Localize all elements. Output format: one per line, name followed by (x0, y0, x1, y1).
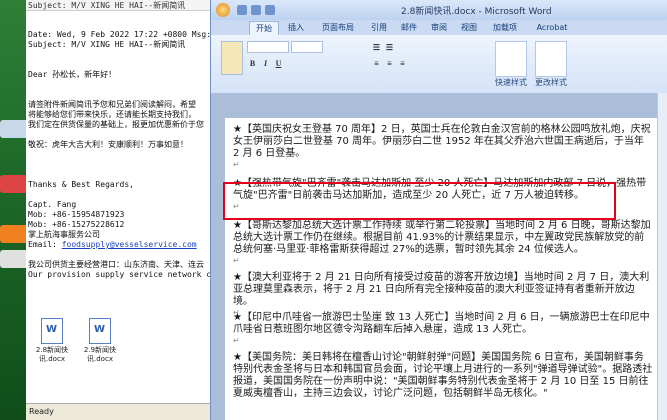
paragraph-text: ★【英国庆祝女王登基 70 周年】2 日，英国士兵在伦敦白金汉宫前的格林公园鸣放… (233, 124, 651, 159)
undo-icon[interactable] (251, 5, 261, 15)
tab-page-layout[interactable]: 页面布局 (315, 21, 361, 35)
email-footer: Our provision supply service network co (28, 270, 216, 279)
attachment-label: 2.9新闻快讯.docx (83, 346, 117, 363)
window-title: 2.8新闻快讯.docx - Microsoft Word (401, 7, 552, 17)
tab-home[interactable]: 开始 (249, 21, 279, 36)
email-greeting: Dear 孙松长，新年好！ (28, 70, 117, 79)
email-date: Date: Wed, 9 Feb 2022 17:22 +0800 Msg: A (28, 30, 220, 39)
tab-view[interactable]: 视图 (457, 21, 481, 35)
font-size-box[interactable] (291, 41, 323, 53)
bold-icon[interactable]: B (247, 59, 258, 69)
quick-styles-label: 快速样式 (495, 78, 527, 87)
word-window: 2.8新闻快讯.docx - Microsoft Word 开始 插入 页面布局… (210, 0, 667, 420)
tab-acrobat[interactable]: Acrobat (529, 21, 575, 35)
vertical-scrollbar[interactable] (657, 93, 667, 420)
align-icon[interactable]: ≡ (384, 59, 395, 69)
redo-icon[interactable] (265, 5, 275, 15)
tab-insert[interactable]: 插入 (283, 21, 309, 35)
ribbon: B I U ≡ ≡ ≡ ☰ ☰ 快速样式 更改样式 (211, 35, 667, 94)
align-icon[interactable]: ≡ (371, 59, 382, 69)
attachment-label: 2.8新闻快讯.docx (35, 346, 69, 363)
email-label: Email: (28, 240, 57, 249)
email-subject: Subject: M/V XING HE HAI--新闻简讯 (28, 40, 186, 49)
document-page[interactable]: ★【英国庆祝女王登基 70 周年】2 日，英国士兵在伦敦白金汉宫前的格林公园鸣放… (225, 118, 657, 420)
email-line: 将能够给您们带来快乐，还请能长期支持我们， (28, 110, 196, 119)
font-name-box[interactable] (247, 41, 289, 53)
word-doc-icon (41, 318, 63, 344)
paste-button[interactable] (221, 41, 243, 75)
news-paragraph: ★【哥斯达黎加总统大选计票工作持续 或举行第二轮投票】当地时间 2 月 6 日晚… (233, 220, 653, 266)
list-icon[interactable]: ☰ (371, 43, 382, 53)
paragraph-mark: ↵ (233, 336, 240, 345)
paragraph-mark: ↵ (233, 256, 240, 265)
attachment-2[interactable]: 2.9新闻快讯.docx (78, 318, 122, 364)
email-sign: Thanks & Best Regards, (28, 180, 134, 189)
email-sign: Capt. Fang (28, 200, 77, 209)
save-icon[interactable] (237, 5, 247, 15)
email-line: 请签附件新闻简讯予您和兄弟们阅读解闷，希望 (28, 100, 196, 109)
tab-review[interactable]: 审阅 (427, 21, 451, 35)
align-icon[interactable]: ≡ (397, 59, 408, 69)
news-paragraph: ★【美国务院：美日韩将在檀香山讨论"朝鲜射弹"问题】美国国务院 6 日宣布，美国… (233, 352, 653, 400)
paragraph-text: ★【澳大利亚将于 2 月 21 日向所有接受过疫苗的游客开放边境】当地时间 2 … (233, 272, 650, 307)
document-area: ★【英国庆祝女王登基 70 周年】2 日，英国士兵在伦敦白金汉宫前的格林公园鸣放… (211, 93, 667, 420)
news-paragraph: ★【英国庆祝女王登基 70 周年】2 日，英国士兵在伦敦白金汉宫前的格林公园鸣放… (233, 124, 653, 170)
quick-styles-button[interactable] (495, 41, 527, 77)
italic-icon[interactable]: I (260, 59, 271, 69)
news-paragraph: ★【印尼中爪哇省一旅游巴士坠崖 致 13 人死亡】当地时间 2 月 6 日，一辆… (233, 312, 653, 346)
tab-references[interactable]: 引用 (367, 21, 391, 35)
tab-mailings[interactable]: 邮件 (397, 21, 421, 35)
paragraph-text: ★【美国务院：美日韩将在檀香山讨论"朝鲜射弹"问题】美国国务院 6 日宣布，美国… (233, 352, 653, 399)
paragraph-text: ★【哥斯达黎加总统大选计票工作持续 或举行第二轮投票】当地时间 2 月 6 日晚… (233, 220, 651, 255)
underline-icon[interactable]: U (273, 59, 284, 69)
status-bar: Ready (26, 403, 220, 420)
email-header-subject: Subject: M/V XING HE HAI--新闻简讯 (26, 0, 220, 11)
email-sign: 掌上航海事服务公司 (28, 230, 100, 239)
email-line: 我们定在供货保量的基础上，报更加优惠新价于您 (28, 120, 204, 129)
highlight-box (223, 182, 616, 220)
email-footer: 我公司供货主要经营港口：山东济南、天津、连云 (28, 260, 204, 269)
tab-addins[interactable]: 加载项 (487, 21, 523, 35)
email-sign: Mob: +86-15275228612 (28, 220, 125, 229)
word-doc-icon (89, 318, 111, 344)
ribbon-tabs: 开始 插入 页面布局 引用 邮件 审阅 视图 加载项 Acrobat (211, 20, 667, 36)
email-sign: Mob: +86-15954871923 (28, 210, 125, 219)
title-bar: 2.8新闻快讯.docx - Microsoft Word (211, 0, 667, 20)
paragraph-text: ★【印尼中爪哇省一旅游巴士坠崖 致 13 人死亡】当地时间 2 月 6 日，一辆… (233, 312, 650, 335)
paragraph-mark: ↵ (233, 160, 240, 169)
change-styles-label: 更改样式 (535, 78, 567, 87)
list-icon[interactable]: ☰ (384, 43, 395, 53)
email-body: Date: Wed, 9 Feb 2022 17:22 +0800 Msg: A… (28, 30, 220, 280)
change-styles-button[interactable] (535, 41, 567, 77)
email-link[interactable]: foodsupply@vesselservice.com (62, 240, 197, 249)
email-window: Subject: M/V XING HE HAI--新闻简讯 Date: Wed… (26, 0, 221, 420)
office-button[interactable] (216, 3, 230, 17)
attachment-1[interactable]: 2.8新闻快讯.docx (30, 318, 74, 364)
email-blessing: 敬祝：虎年大吉大利！安康顺利！万事如意！ (28, 140, 188, 149)
